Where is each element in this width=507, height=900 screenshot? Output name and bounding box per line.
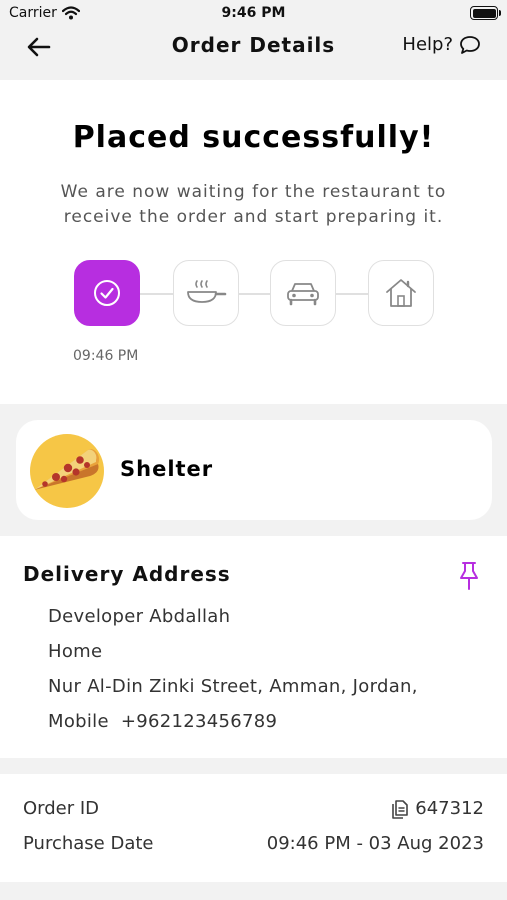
frying-pan-icon [187,280,227,303]
pizza-slice-icon [30,434,104,508]
order-id-label: Order ID [23,798,100,819]
step-connector [336,293,368,295]
home-icon [386,279,416,307]
help-label: Help? [402,34,453,55]
status-headline: Placed successfully! [72,120,435,155]
order-id-value: 647312 [415,798,484,819]
restaurant-card[interactable]: Shelter [16,420,492,520]
step-placed [74,260,140,326]
copy-icon[interactable] [390,798,410,824]
delivery-address-title: Delivery Address [23,562,231,586]
address-label: Home [48,641,103,662]
car-icon [287,283,319,306]
address-street: Nur Al-Din Zinki Street, Amman, Jordan, [48,676,418,697]
purchase-date-value: 09:46 PM - 03 Aug 2023 [266,833,484,854]
order-progress-tracker [74,260,436,328]
status-message: We are now waiting for the restaurant to… [60,182,447,227]
step-preparing [173,260,239,326]
step-connector [140,293,173,295]
battery-icon [470,6,501,20]
clock: 9:46 PM [221,5,286,21]
chat-bubble-icon [460,35,480,54]
nav-bar: Order Details Help? [0,28,507,78]
step-delivered [368,260,434,326]
address-recipient-name: Developer Abdallah [48,606,231,627]
help-button[interactable]: Help? [402,34,481,55]
step-on-the-way [270,260,336,326]
delivery-address-card: Delivery Address Developer Abdallah Home… [0,536,507,758]
restaurant-name: Shelter [120,457,214,481]
pin-icon[interactable] [456,560,482,596]
purchase-date-label: Purchase Date [23,833,154,854]
placed-time: 09:46 PM [73,348,139,364]
order-status-card: Placed successfully! We are now waiting … [0,80,507,404]
address-mobile: Mobile +962123456789 [48,711,278,732]
order-info-card: Order ID 647312 Purchase Date 09:46 PM -… [0,774,507,882]
check-circle-icon [94,280,120,306]
status-bar: Carrier 9:46 PM [0,0,507,28]
step-connector [239,293,270,295]
